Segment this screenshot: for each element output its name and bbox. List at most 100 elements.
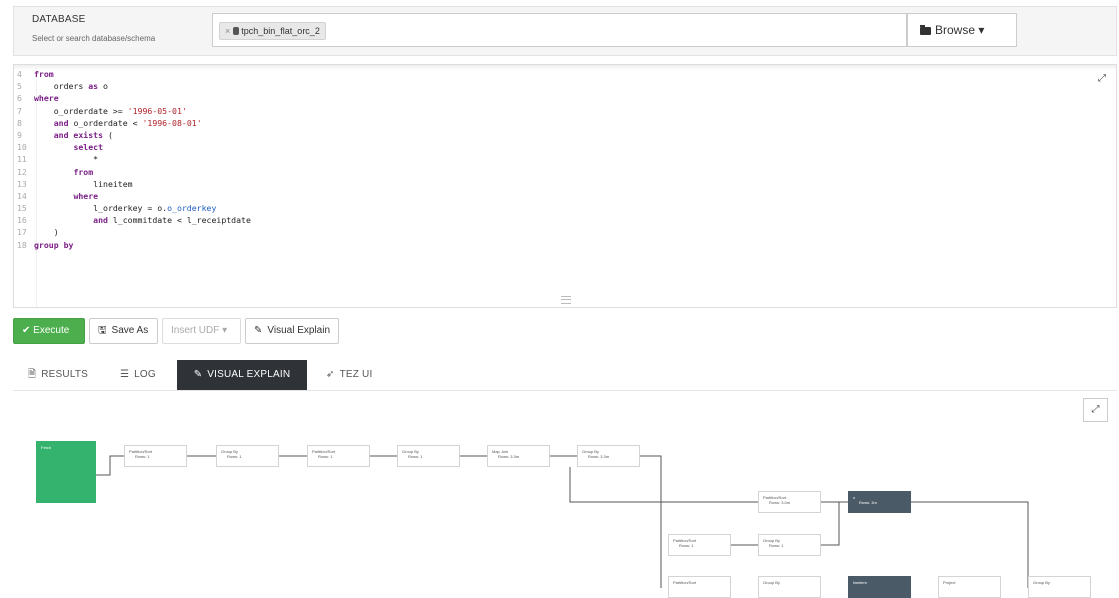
graph-node-n6[interactable]: Group By Rows: 3.3m [577, 445, 640, 467]
graph-node-n10[interactable]: Group By Rows: 1 [758, 534, 821, 556]
code-line[interactable]: 13 lineitem [14, 178, 1116, 190]
code-token: ) [34, 227, 59, 238]
code-line[interactable]: 12 from [14, 166, 1116, 178]
code-token: where [34, 93, 59, 104]
code-token: o_orderdate < [68, 117, 143, 128]
code-line[interactable]: 14 where [14, 190, 1116, 202]
code-line[interactable]: 5 orders as o [14, 80, 1116, 92]
line-number: 5 [17, 81, 22, 92]
line-number: 8 [17, 117, 22, 128]
line-number: 14 [17, 190, 27, 201]
code-line[interactable]: 6 where [14, 92, 1116, 104]
save-as-button[interactable]: 🖫 Save As [89, 318, 158, 344]
graph-edges [96, 455, 1029, 588]
tab-visual-explain-label: VISUAL EXPLAIN [207, 369, 291, 380]
graph-node-n12[interactable]: Group By [758, 576, 821, 598]
graph-node-n9[interactable]: Partition/Sort Rows: 1 [668, 534, 731, 556]
tab-tez-ui[interactable]: ➶ TEZ UI [326, 360, 372, 390]
graph-edge [821, 502, 840, 546]
folder-icon [920, 25, 931, 35]
code-token: as [88, 81, 99, 92]
editor-resize-handle[interactable] [561, 296, 571, 304]
code-token: and [93, 215, 108, 226]
graph-node-title: Partition/Sort [673, 580, 697, 585]
code-line[interactable]: 18 group by [14, 239, 1116, 251]
graph-node-n11[interactable]: Partition/Sort [668, 576, 731, 598]
execute-button[interactable]: ✔ Execute [13, 318, 85, 344]
remove-database-icon[interactable]: × [225, 26, 230, 36]
code-token: and [53, 117, 69, 128]
tab-visual-explain[interactable]: ✎ VISUAL EXPLAIN [177, 360, 307, 390]
graph-node-rows: Rows: 3.3m [588, 454, 610, 459]
visual-explain-icon: ✎ [254, 325, 263, 336]
code-line[interactable]: 10 select [14, 141, 1116, 153]
graph-node-n2[interactable]: Group By Rows: 1 [216, 445, 279, 467]
code-token: ( [103, 129, 113, 140]
visual-explain-graph[interactable]: Fetch Partition/Sort Rows: 1 Group By Rows: … [0, 395, 1119, 598]
line-number: 12 [17, 166, 27, 177]
code-token: '1996-08-01' [142, 117, 202, 128]
tab-results[interactable]: 🗎 RESULTS [28, 360, 88, 390]
expand-graph-icon[interactable]: ⤢ [1083, 398, 1108, 422]
graph-node-rows: Rows: 3m [859, 500, 877, 505]
graph-edge [640, 455, 662, 588]
database-panel: DATABASE Select or search database/schem… [13, 6, 1117, 56]
database-hint: Select or search database/schema [32, 34, 156, 43]
code-line[interactable]: 11 * [14, 153, 1116, 165]
graph-edge [96, 455, 124, 476]
graph-node-rows: Rows: 3.0m [769, 500, 791, 505]
graph-node-title: lineitem [853, 580, 867, 585]
graph-node-title: Project [943, 580, 956, 585]
list-icon: ☰ [120, 369, 130, 380]
line-number: 7 [17, 105, 22, 116]
graph-node-n15[interactable]: Group By [1028, 576, 1091, 598]
code-line[interactable]: 7 o_orderdate >= '1996-05-01' [14, 105, 1116, 117]
database-icon [233, 27, 240, 35]
code-line[interactable]: 8 and o_orderdate < '1996-08-01' [14, 117, 1116, 129]
visual-explain-tab-icon: ✎ [193, 369, 203, 380]
line-number: 17 [17, 227, 27, 238]
expand-editor-icon[interactable]: ⤢ [1096, 73, 1108, 85]
line-number: 11 [17, 154, 27, 165]
code-token: group by [34, 239, 74, 250]
line-number: 9 [17, 129, 22, 140]
code-token: o_orderdate >= [34, 105, 128, 116]
code-line[interactable]: 15 l_orderkey = o.o_orderkey [14, 202, 1116, 214]
save-icon: 🖫 [98, 325, 107, 336]
line-number: 16 [17, 215, 27, 226]
graph-node-n1[interactable]: Partition/Sort Rows: 1 [124, 445, 187, 467]
graph-node-n7[interactable]: Partition/Sort Rows: 3.0m [758, 491, 821, 513]
code-token: '1996-05-01' [127, 105, 187, 116]
insert-udf-button[interactable]: Insert UDF ▾ [162, 318, 241, 344]
code-token: where [73, 190, 99, 201]
graph-node-fetch[interactable]: Fetch [36, 441, 96, 503]
visual-explain-button[interactable]: ✎ Visual Explain [245, 318, 339, 344]
visual-explain-label: Visual Explain [267, 325, 331, 336]
database-search-input[interactable]: × tpch_bin_flat_orc_2 [212, 13, 907, 47]
code-line[interactable]: 16 and l_commitdate < l_receiptdate [14, 214, 1116, 226]
graph-node-title: Group By [763, 580, 780, 585]
graph-node-n3[interactable]: Partition/Sort Rows: 1 [307, 445, 370, 467]
graph-node-n5[interactable]: Map Join Rows: 3.3m [487, 445, 550, 467]
graph-node-n13[interactable]: lineitem [848, 576, 911, 598]
code-line[interactable]: 4 from [14, 68, 1116, 80]
sql-editor[interactable]: 4 from 5 orders as o 6 where 7 o_orderdate >=… [13, 64, 1117, 308]
code-token: o [98, 81, 108, 92]
code-line[interactable]: 17 ) [14, 226, 1116, 238]
selected-database-name: tpch_bin_flat_orc_2 [241, 26, 320, 36]
browse-button[interactable]: Browse ▾ [907, 13, 1017, 47]
tab-tez-ui-label: TEZ UI [339, 369, 373, 380]
code-lines[interactable]: 4 from 5 orders as o 6 where 7 o_orderdate >=… [14, 68, 1116, 251]
graph-node-rows: Rows: 1 [227, 454, 242, 459]
graph-node-n8[interactable]: o Rows: 3m [848, 491, 911, 513]
code-line[interactable]: 9 and exists ( [14, 129, 1116, 141]
selected-database-tag[interactable]: × tpch_bin_flat_orc_2 [219, 22, 326, 40]
graph-node-rows: Rows: 1 [135, 454, 150, 459]
graph-node-rows: Rows: 3.3m [498, 454, 520, 459]
graph-edge [569, 467, 758, 503]
graph-node-n4[interactable]: Group By Rows: 1 [397, 445, 460, 467]
graph-node-n14[interactable]: Project [938, 576, 1001, 598]
tab-log[interactable]: ☰ LOG [120, 360, 156, 390]
